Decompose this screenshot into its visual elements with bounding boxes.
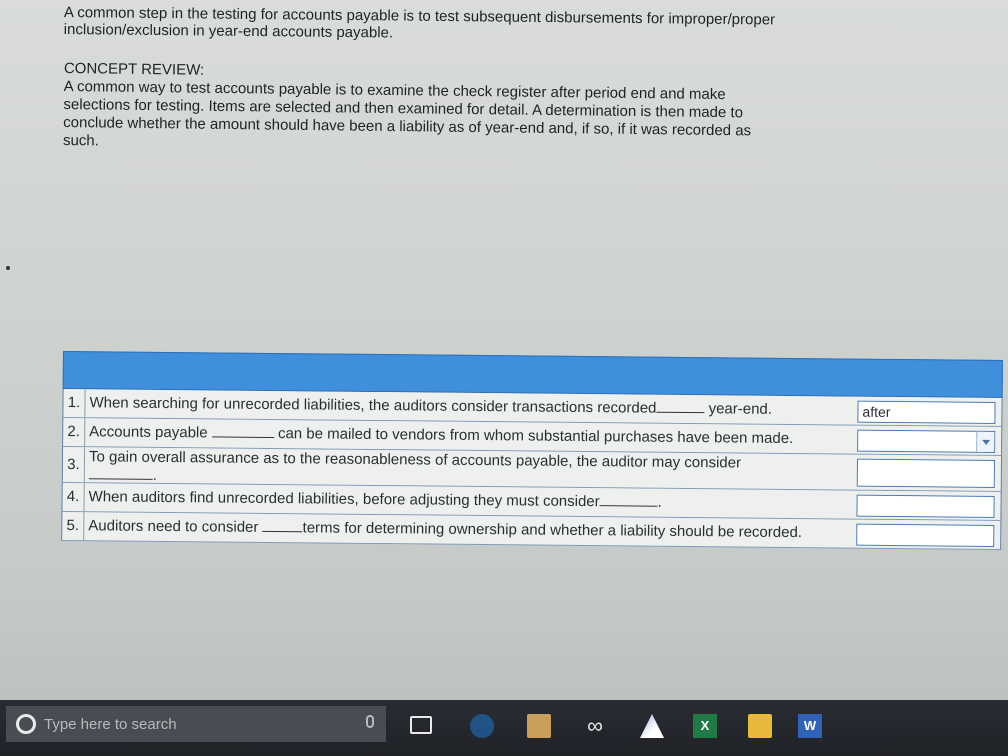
stray-dot xyxy=(6,266,10,270)
blank-line xyxy=(88,465,153,480)
question-post: . xyxy=(657,493,662,511)
paint-icon[interactable] xyxy=(640,714,664,738)
question-table: 1. When searching for unrecorded liabili… xyxy=(61,351,1003,554)
task-view-icon[interactable] xyxy=(410,716,432,734)
blank-line xyxy=(656,398,705,414)
question-number: 2. xyxy=(63,418,86,447)
microphone-icon[interactable] xyxy=(366,715,374,728)
edge-browser-icon[interactable] xyxy=(470,714,494,738)
answer-value: after xyxy=(862,403,891,420)
taskbar-search[interactable]: Type here to search xyxy=(6,706,386,742)
question-pre: Auditors need to consider xyxy=(88,517,259,536)
question-pre: When auditors find unrecorded liabilitie… xyxy=(88,488,600,511)
answer-dropdown-5[interactable] xyxy=(856,523,995,547)
answer-dropdown-4[interactable] xyxy=(856,494,995,518)
infinity-app-icon[interactable]: ∞ xyxy=(580,714,610,738)
question-post: year-end. xyxy=(708,400,773,418)
word-icon[interactable]: W xyxy=(798,714,822,738)
question-number: 1. xyxy=(63,389,86,418)
excel-icon[interactable]: X xyxy=(693,714,717,738)
question-pre: Accounts payable xyxy=(89,423,208,442)
intro-text: A common step in the testing for account… xyxy=(64,4,834,46)
question-number: 5. xyxy=(62,512,85,541)
store-icon[interactable] xyxy=(527,714,551,738)
file-explorer-icon[interactable] xyxy=(748,714,772,738)
question-post: can be mailed to vendors from whom subst… xyxy=(277,425,794,448)
blank-line xyxy=(262,517,303,533)
taskbar: Type here to search ∞ X W xyxy=(0,700,1008,756)
question-number: 3. xyxy=(62,447,86,483)
cortana-icon[interactable] xyxy=(16,714,36,734)
blank-line xyxy=(211,423,274,439)
answer-dropdown-1[interactable]: after xyxy=(857,400,996,424)
answer-dropdown-3[interactable] xyxy=(856,458,995,488)
question-post: terms for determining ownership and whet… xyxy=(302,519,803,542)
question-pre: When searching for unrecorded liabilitie… xyxy=(89,394,657,417)
chevron-down-icon[interactable] xyxy=(976,431,995,452)
question-pre: To gain overall assurance as to the reas… xyxy=(88,449,742,472)
question-number: 4. xyxy=(62,483,85,512)
answer-dropdown-2[interactable] xyxy=(857,429,996,453)
search-placeholder: Type here to search xyxy=(44,715,177,733)
question-post: . xyxy=(152,466,158,484)
concept-review: CONCEPT REVIEW: A common way to test acc… xyxy=(63,60,824,159)
blank-line xyxy=(599,492,658,507)
